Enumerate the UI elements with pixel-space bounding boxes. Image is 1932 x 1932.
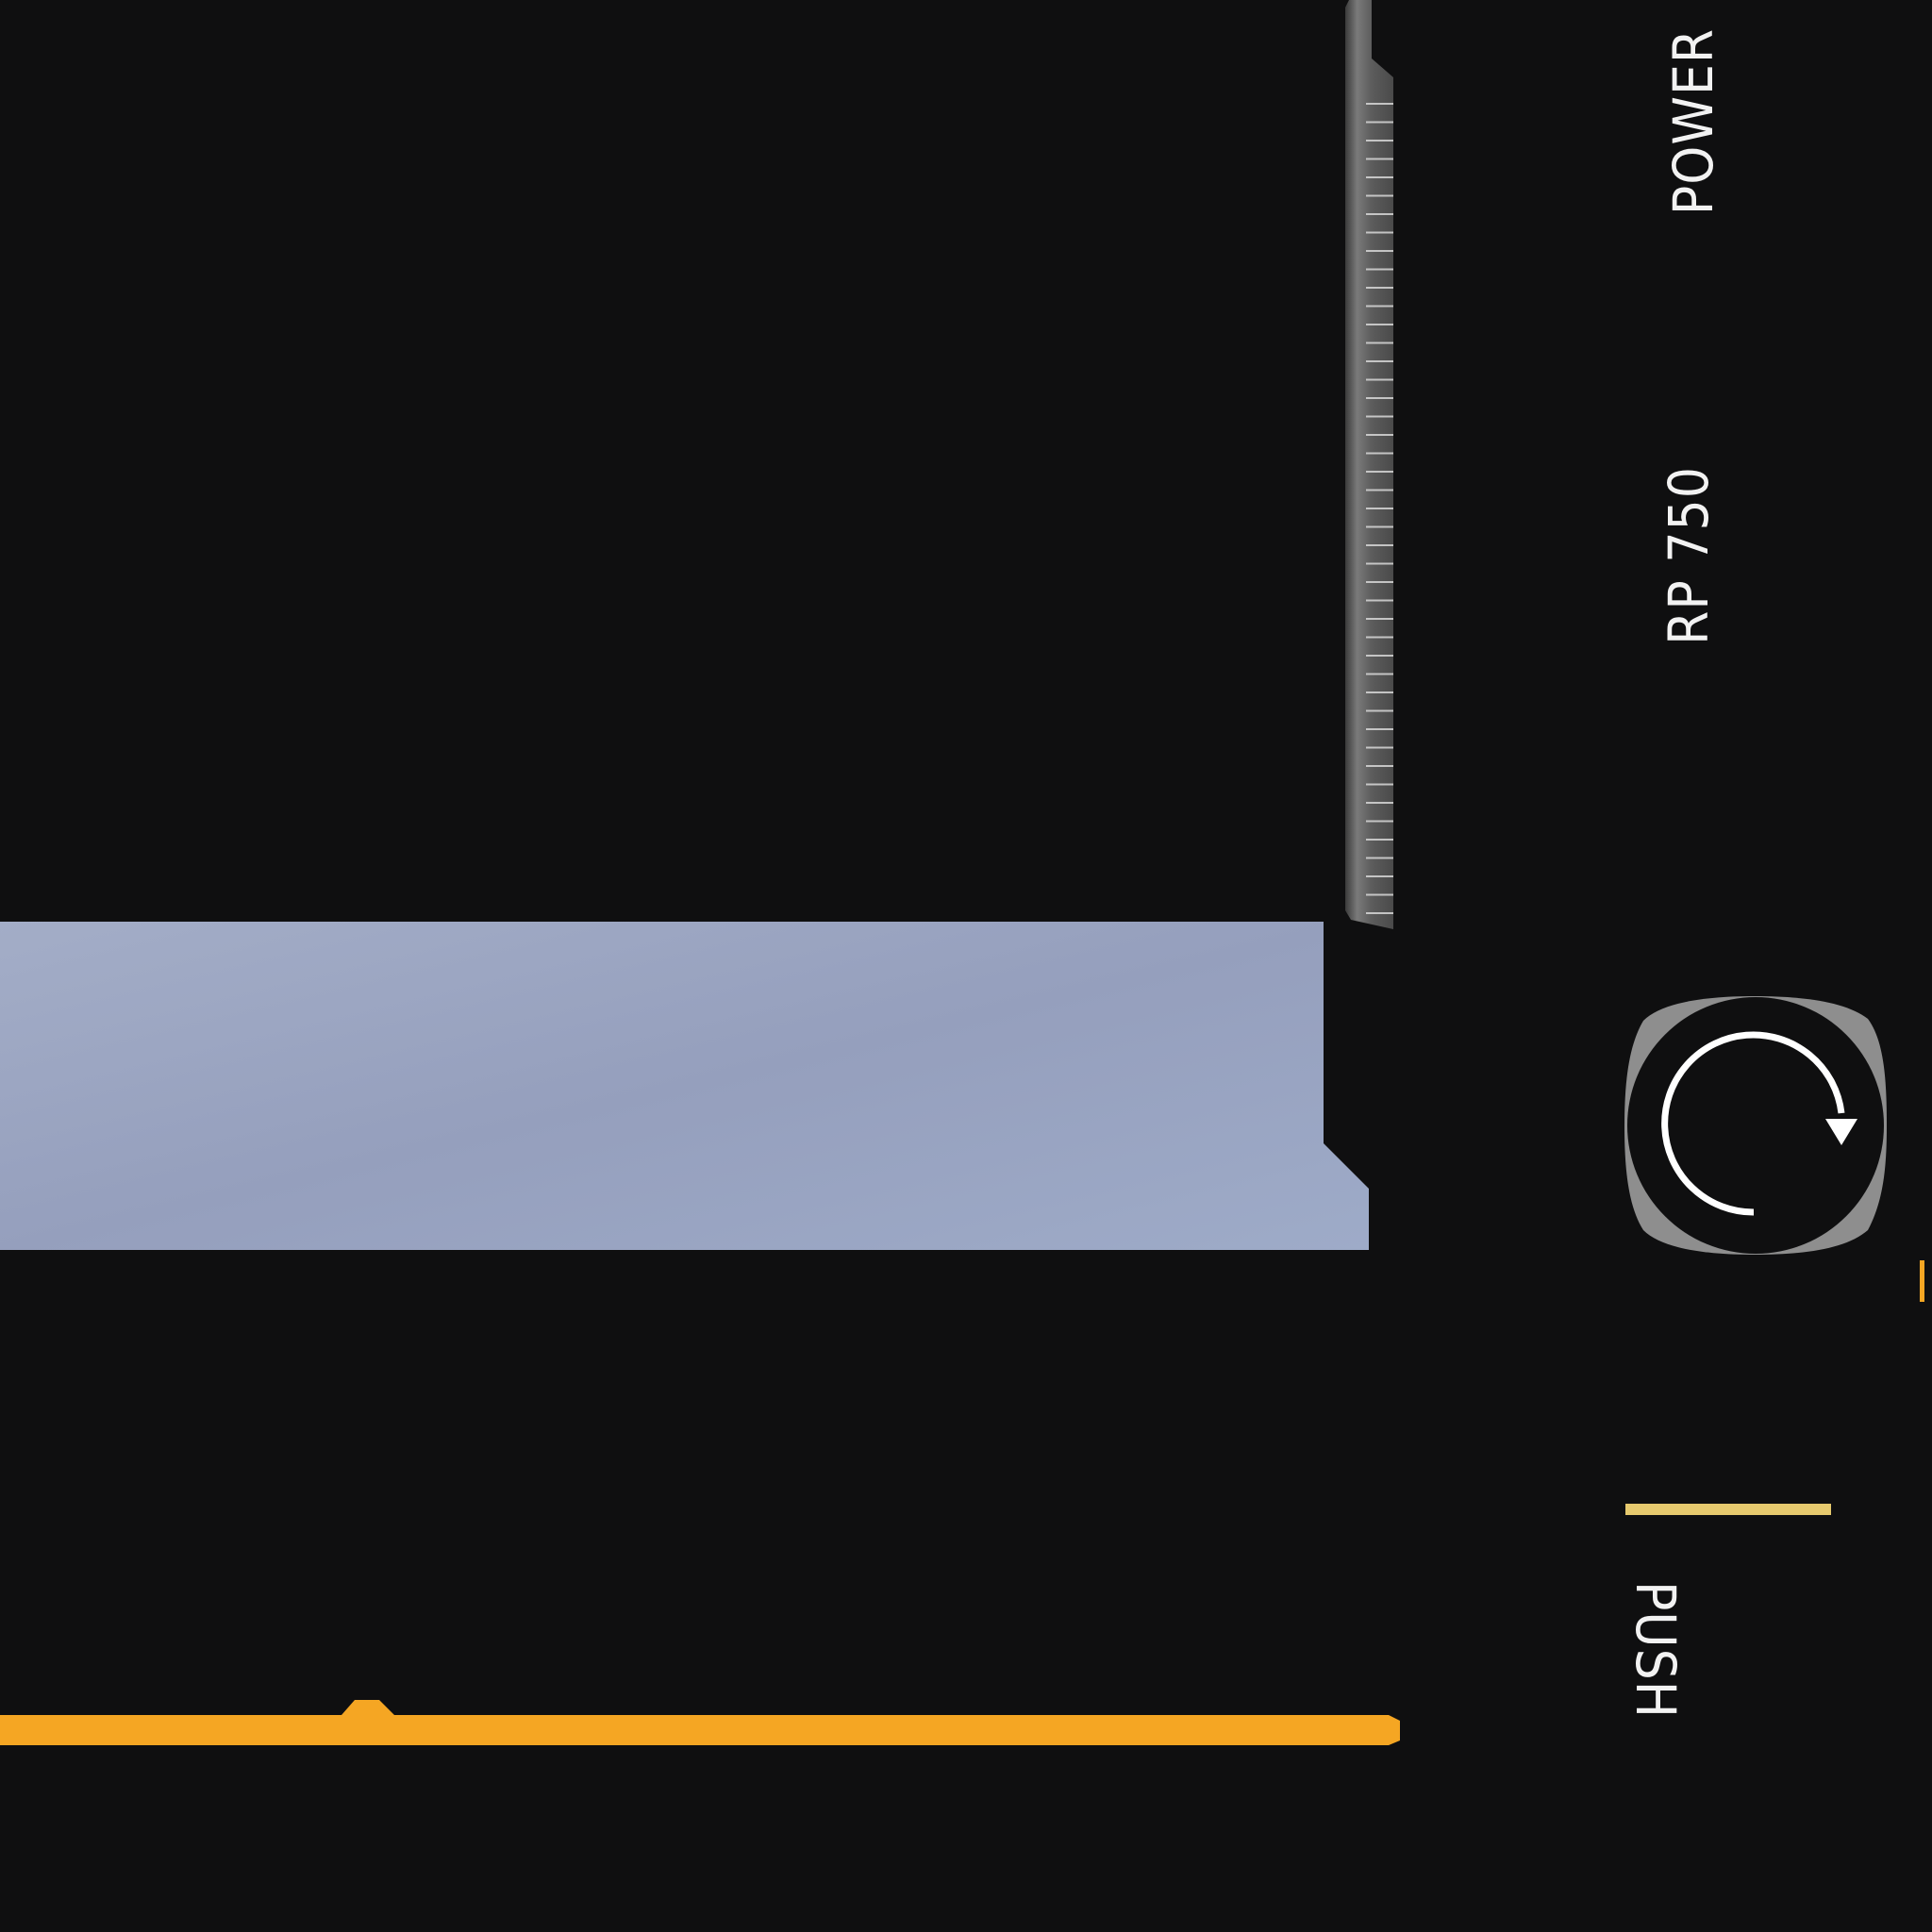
model-label: RP 750 (1657, 466, 1721, 645)
yellow-indicator-bar (1625, 1504, 1831, 1515)
blue-panel (0, 922, 1369, 1250)
push-label: PUSH (1624, 1580, 1688, 1720)
rotate-button[interactable] (1624, 994, 1887, 1257)
ridged-metal-strip (1345, 0, 1393, 929)
power-label: POWER (1661, 27, 1725, 216)
orange-tick-mark (1920, 1260, 1924, 1302)
orange-rail (0, 1700, 1400, 1745)
